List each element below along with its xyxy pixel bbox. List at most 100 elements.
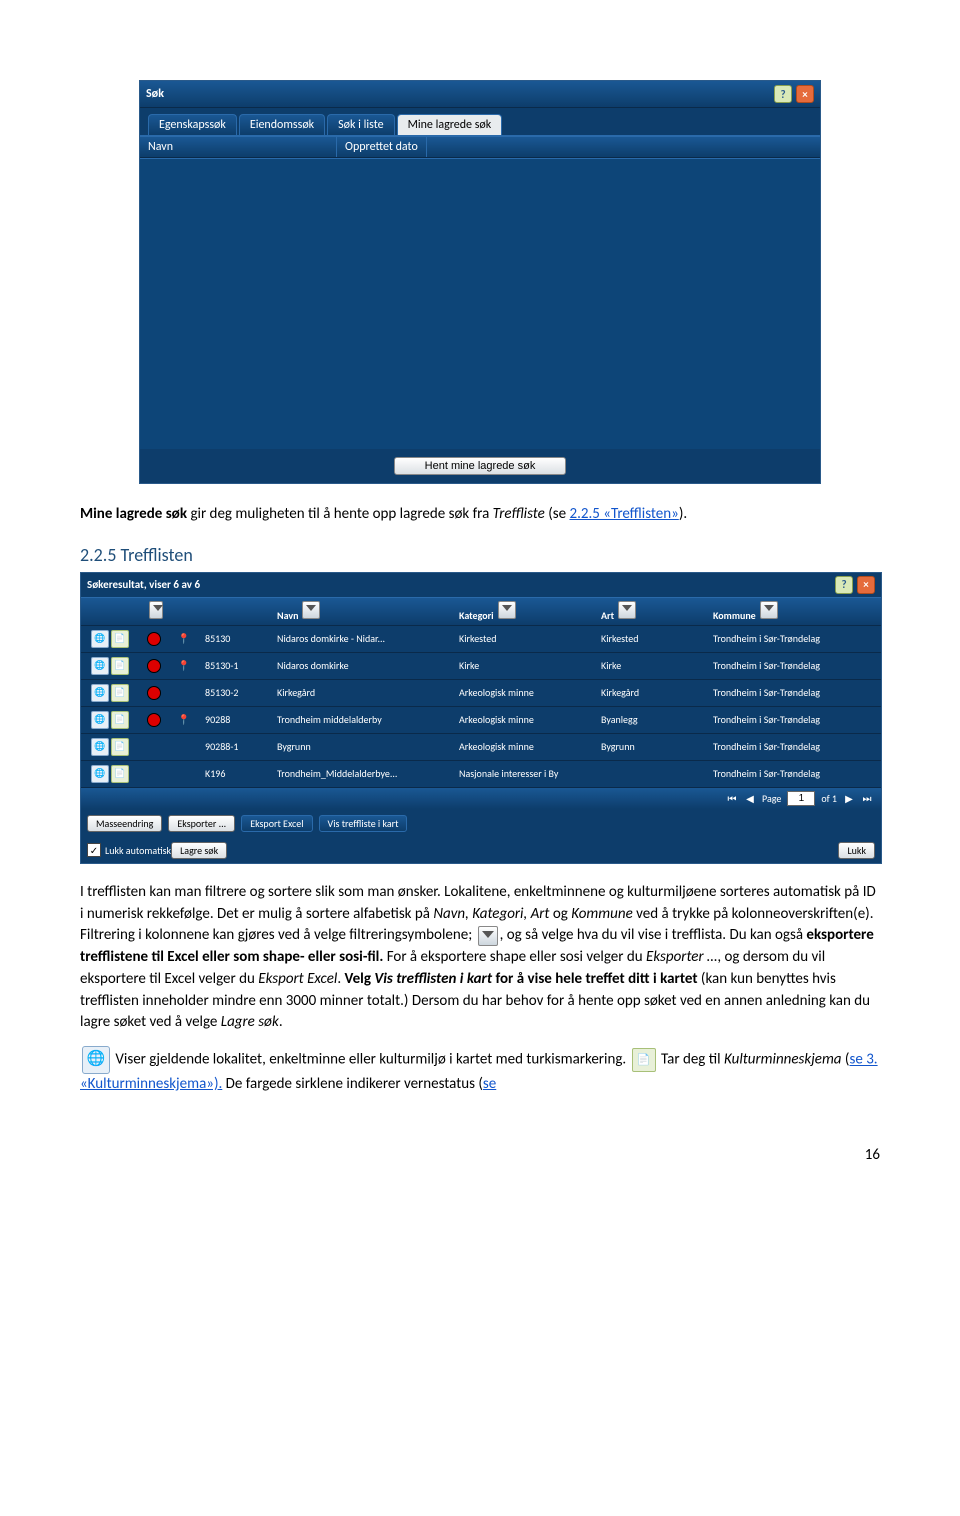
close-button[interactable]: × bbox=[796, 85, 814, 103]
table-row[interactable]: 🌐📄📍85130-1Nidaros domkirkeKirkeKirkeTron… bbox=[81, 653, 881, 680]
cell-name: Trondheim middelalderby bbox=[271, 711, 453, 728]
form-icon[interactable]: 📄 bbox=[111, 684, 129, 702]
status-dot bbox=[147, 767, 161, 781]
filter-icon[interactable] bbox=[618, 601, 636, 619]
cell-kommune: Trondheim i Sør-Trøndelag bbox=[707, 738, 881, 755]
form-icon[interactable]: 📄 bbox=[111, 630, 129, 648]
col-kategori[interactable]: Kategori bbox=[459, 609, 494, 622]
cell-name: Kirkegård bbox=[271, 684, 453, 701]
col-navn[interactable]: Navn bbox=[140, 137, 337, 157]
map-globe-icon: 🌐 bbox=[82, 1046, 110, 1074]
cell-id: 85130-1 bbox=[199, 657, 271, 674]
tab-eiendomssok[interactable]: Eiendomssøk bbox=[239, 114, 325, 135]
cell-id: 85130-2 bbox=[199, 684, 271, 701]
filter-icon[interactable] bbox=[498, 601, 516, 619]
map-globe-icon[interactable]: 🌐 bbox=[91, 711, 109, 729]
cell-kommune: Trondheim i Sør-Trøndelag bbox=[707, 630, 881, 647]
pin-icon: 📍 bbox=[178, 713, 190, 726]
link-vernestatus[interactable]: se bbox=[483, 1075, 496, 1093]
col-art[interactable]: Art bbox=[601, 609, 614, 622]
masseendring-button[interactable]: Masseendring bbox=[87, 815, 162, 832]
cell-kategori: Kirke bbox=[453, 657, 595, 674]
cell-id: 90288 bbox=[199, 711, 271, 728]
table-row[interactable]: 🌐📄📍85130Nidaros domkirke - Nidar...Kirke… bbox=[81, 626, 881, 653]
lukk-automatisk-checkbox[interactable]: ✓ Lukk automatisk bbox=[87, 843, 171, 857]
cell-kommune: Trondheim i Sør-Trøndelag bbox=[707, 711, 881, 728]
form-icon[interactable]: 📄 bbox=[111, 738, 129, 756]
lukk-button[interactable]: Lukk bbox=[838, 842, 875, 859]
pager-next[interactable]: ▶ bbox=[843, 792, 855, 805]
cell-kategori: Nasjonale interesser i By bbox=[453, 765, 595, 782]
map-globe-icon[interactable]: 🌐 bbox=[91, 684, 109, 702]
tab-sok-i-liste[interactable]: Søk i liste bbox=[327, 114, 394, 135]
col-kommune[interactable]: Kommune bbox=[713, 609, 756, 622]
cell-kommune: Trondheim i Sør-Trøndelag bbox=[707, 684, 881, 701]
map-globe-icon[interactable]: 🌐 bbox=[91, 630, 109, 648]
map-globe-icon[interactable]: 🌐 bbox=[91, 657, 109, 675]
form-icon[interactable]: 📄 bbox=[111, 765, 129, 783]
status-dot bbox=[147, 632, 161, 646]
table-row[interactable]: 🌐📄85130-2KirkegårdArkeologisk minneKirke… bbox=[81, 680, 881, 707]
form-icon[interactable]: 📄 bbox=[111, 657, 129, 675]
search-dialog: Søk ? × Egenskapssøk Eiendomssøk Søk i l… bbox=[139, 80, 821, 484]
col-opprettet-dato[interactable]: Opprettet dato bbox=[337, 137, 427, 157]
table-row[interactable]: 🌐📄K196Trondheim_Middelalderbye...Nasjona… bbox=[81, 761, 881, 788]
filter-icon[interactable] bbox=[149, 601, 163, 619]
result-help-button[interactable]: ? bbox=[835, 576, 853, 594]
table-row[interactable]: 🌐📄90288-1BygrunnArkeologisk minneBygrunn… bbox=[81, 734, 881, 761]
intro-paragraph: Mine lagrede søk gir deg muligheten til … bbox=[80, 504, 880, 526]
status-dot bbox=[147, 713, 161, 727]
form-icon: 📄 bbox=[632, 1048, 656, 1072]
pager-page-input[interactable] bbox=[787, 791, 815, 806]
cell-kategori: Arkeologisk minne bbox=[453, 711, 595, 728]
cell-name: Nidaros domkirke - Nidar... bbox=[271, 630, 453, 647]
vis-i-kart-button[interactable]: Vis treffliste i kart bbox=[319, 815, 408, 832]
map-globe-icon[interactable]: 🌐 bbox=[91, 738, 109, 756]
map-globe-icon[interactable]: 🌐 bbox=[91, 765, 109, 783]
cell-art: Byanlegg bbox=[595, 711, 707, 728]
filter-icon bbox=[478, 926, 498, 946]
dialog-title: Søk bbox=[146, 87, 164, 101]
cell-kommune: Trondheim i Sør-Trøndelag bbox=[707, 657, 881, 674]
pager-prev[interactable]: ◀ bbox=[744, 792, 756, 805]
tab-mine-lagrede-sok[interactable]: Mine lagrede søk bbox=[397, 114, 503, 135]
cell-name: Bygrunn bbox=[271, 738, 453, 755]
cell-kategori: Kirkested bbox=[453, 630, 595, 647]
pin-icon: 📍 bbox=[178, 659, 190, 672]
section-heading: 2.2.5 Trefflisten bbox=[80, 544, 880, 566]
icon-legend-paragraph: 🌐 Viser gjeldende lokalitet, enkeltminne… bbox=[80, 1046, 880, 1096]
help-button[interactable]: ? bbox=[774, 85, 792, 103]
eksport-excel-button[interactable]: Eksport Excel bbox=[241, 815, 312, 832]
cell-name: Trondheim_Middelalderbye... bbox=[271, 765, 453, 782]
result-close-button[interactable]: × bbox=[857, 576, 875, 594]
saved-search-columns: Navn Opprettet dato bbox=[140, 136, 820, 158]
pin-icon: 📍 bbox=[178, 632, 190, 645]
result-columns: Navn Kategori Art Kommune bbox=[81, 597, 881, 626]
treffliste-paragraph: I trefflisten kan man filtrere og sorter… bbox=[80, 882, 880, 1034]
eksporter-button[interactable]: Eksporter ... bbox=[168, 815, 235, 832]
pager-last[interactable]: ⏭ bbox=[861, 792, 873, 805]
cell-art bbox=[595, 772, 707, 776]
cell-art: Kirke bbox=[595, 657, 707, 674]
status-dot bbox=[147, 740, 161, 754]
result-title: Søkeresultat, viser 6 av 6 bbox=[87, 578, 200, 591]
cell-id: 90288-1 bbox=[199, 738, 271, 755]
link-trefflisten[interactable]: 2.2.5 «Trefflisten» bbox=[569, 505, 678, 523]
table-row[interactable]: 🌐📄 📍 90288Trondheim middelalderbyArkeologi… bbox=[81, 707, 881, 734]
filter-icon[interactable] bbox=[760, 601, 778, 619]
fetch-saved-searches-button[interactable]: Hent mine lagrede søk bbox=[394, 457, 567, 475]
col-navn[interactable]: Navn bbox=[277, 609, 298, 622]
saved-search-grid-empty bbox=[140, 158, 820, 449]
cell-id: 85130 bbox=[199, 630, 271, 647]
form-icon[interactable]: 📄 bbox=[111, 711, 129, 729]
tab-egenskapssok[interactable]: Egenskapssøk bbox=[148, 114, 237, 135]
cell-name: Nidaros domkirke bbox=[271, 657, 453, 674]
pager: ⏮ ◀ Page of 1 ▶ ⏭ bbox=[81, 788, 881, 809]
cell-art: Kirkested bbox=[595, 630, 707, 647]
filter-icon[interactable] bbox=[302, 601, 320, 619]
cell-art: Bygrunn bbox=[595, 738, 707, 755]
dialog-titlebar: Søk ? × bbox=[140, 81, 820, 108]
pager-first[interactable]: ⏮ bbox=[726, 792, 738, 805]
cell-kategori: Arkeologisk minne bbox=[453, 738, 595, 755]
lagre-sok-button[interactable]: Lagre søk bbox=[171, 842, 227, 859]
